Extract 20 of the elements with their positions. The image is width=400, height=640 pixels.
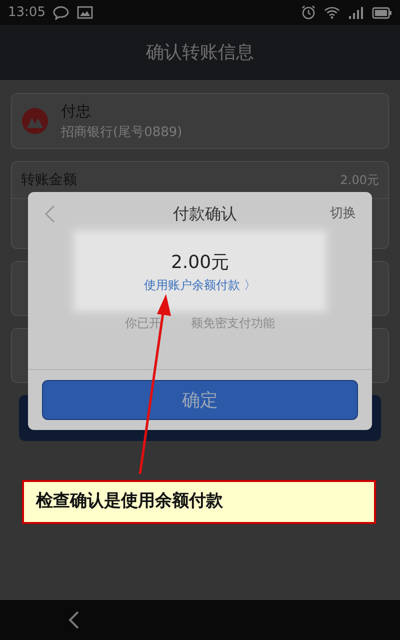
status-time: 13:05 xyxy=(8,4,46,22)
bank-account: 招商银行(尾号0889) xyxy=(61,124,182,142)
battery-icon xyxy=(372,6,392,18)
alarm-icon xyxy=(301,5,316,20)
password-free-note: 额免密支付功能 xyxy=(191,315,275,332)
callout-text: 检查确认是使用余额付款 xyxy=(36,490,223,514)
payment-method-link[interactable]: 使用账户余额付款 〉 xyxy=(144,276,256,294)
bank-logo-icon xyxy=(21,107,49,135)
page-title: 确认转账信息 xyxy=(146,41,254,65)
payment-amount: 2.00元 xyxy=(170,250,230,274)
amount-value: 2.00元 xyxy=(340,172,379,189)
wifi-icon xyxy=(324,6,340,19)
image-icon xyxy=(77,6,94,19)
switch-link[interactable]: 切换 xyxy=(330,204,356,224)
signal-icon xyxy=(348,6,364,19)
confirm-button[interactable]: 确定 xyxy=(42,380,358,420)
dialog-title: 付款确认 xyxy=(173,203,237,225)
chat-icon xyxy=(53,6,70,20)
password-free-note: 你已开 xyxy=(125,315,161,332)
back-icon[interactable] xyxy=(68,610,80,630)
